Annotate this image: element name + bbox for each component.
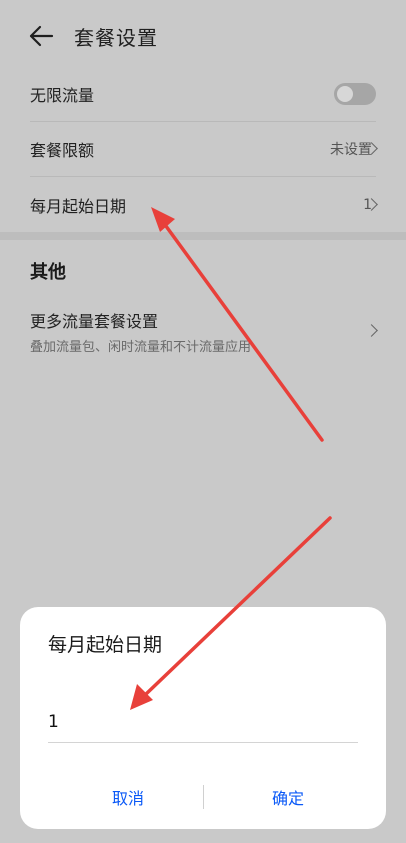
annotation-arrow-icon bbox=[151, 207, 324, 442]
annotation-arrow-icon bbox=[130, 516, 332, 710]
annotation-overlay bbox=[130, 207, 332, 710]
